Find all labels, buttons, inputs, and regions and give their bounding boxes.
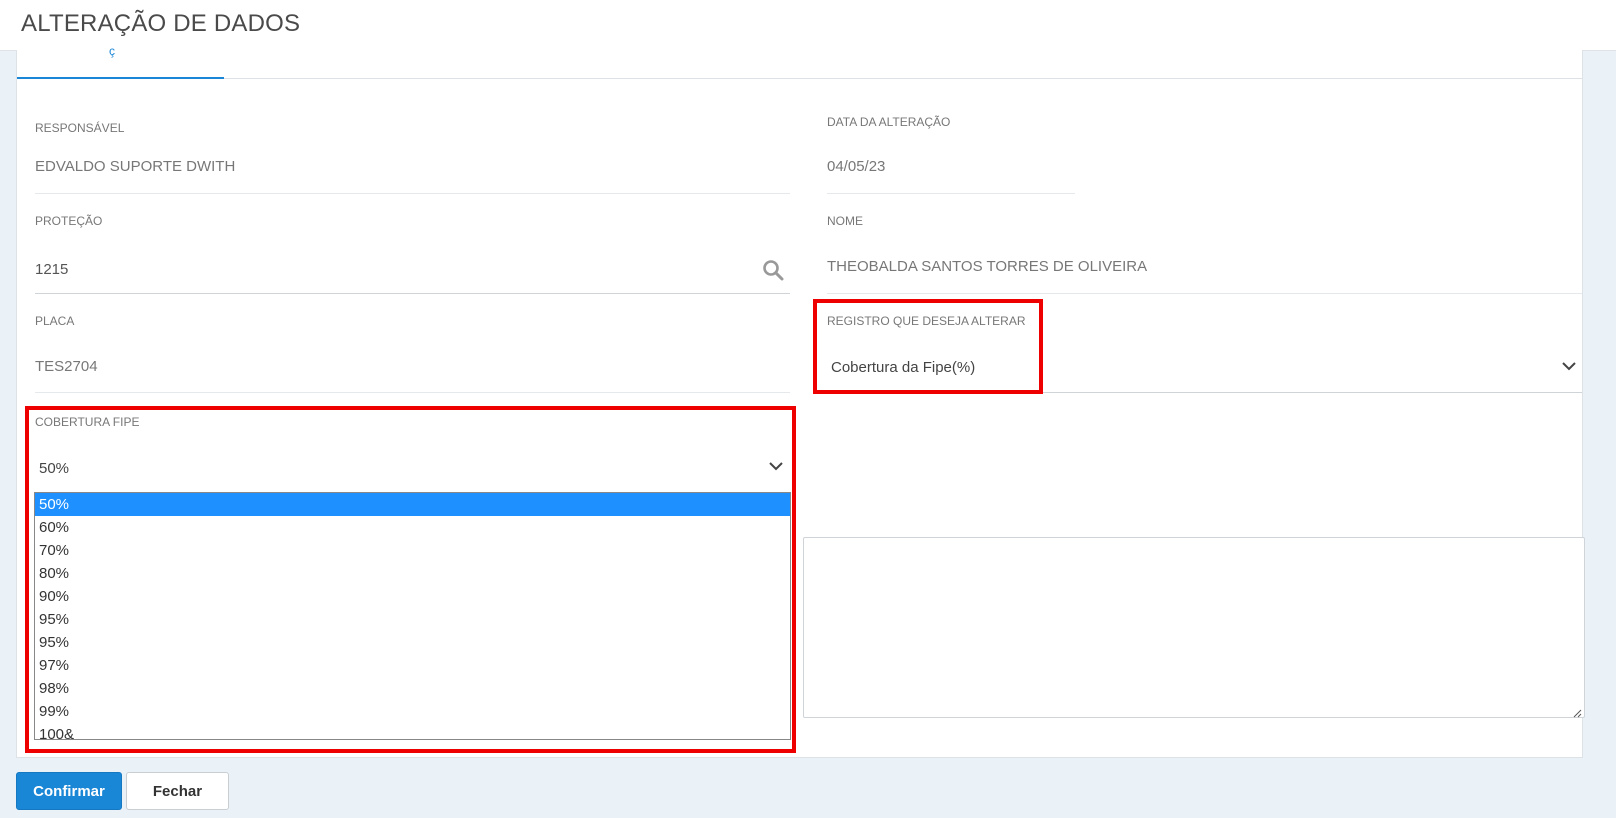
search-icon[interactable] <box>762 259 784 281</box>
placa-label: PLACA <box>35 314 75 328</box>
chevron-down-icon[interactable] <box>1561 358 1577 371</box>
responsavel-underline <box>35 193 790 194</box>
tab-active[interactable]: ç <box>17 44 224 79</box>
responsavel-label: RESPONSÁVEL <box>35 121 125 135</box>
protecao-input[interactable]: 1215 <box>35 261 68 278</box>
tab-bar: ç <box>17 44 1582 79</box>
protecao-label: PROTEÇÃO <box>35 214 103 228</box>
close-button[interactable]: Fechar <box>126 772 229 810</box>
confirm-button[interactable]: Confirmar <box>16 772 122 810</box>
nome-underline <box>827 293 1582 294</box>
modal-header: ALTERAÇÃO DE DADOS <box>0 0 1616 51</box>
data-alteracao-field: 04/05/23 <box>827 158 886 175</box>
placa-underline <box>35 392 790 393</box>
highlight-registro-box <box>813 299 1043 394</box>
data-alteracao-underline <box>827 193 1075 194</box>
nome-label: NOME <box>827 214 863 228</box>
nome-field: THEOBALDA SANTOS TORRES DE OLIVEIRA <box>827 258 1148 275</box>
placa-field: TES2704 <box>35 358 98 375</box>
page-title: ALTERAÇÃO DE DADOS <box>21 10 301 37</box>
observacao-textarea[interactable] <box>803 537 1585 718</box>
responsavel-field: EDVALDO SUPORTE DWITH <box>35 158 236 175</box>
resize-grip-icon[interactable] <box>1572 705 1582 718</box>
tab-active-label: ç <box>109 44 115 58</box>
highlight-cobertura-box <box>25 406 796 753</box>
data-alteracao-label: DATA DA ALTERAÇÃO <box>827 115 951 129</box>
protecao-underline <box>35 293 790 294</box>
